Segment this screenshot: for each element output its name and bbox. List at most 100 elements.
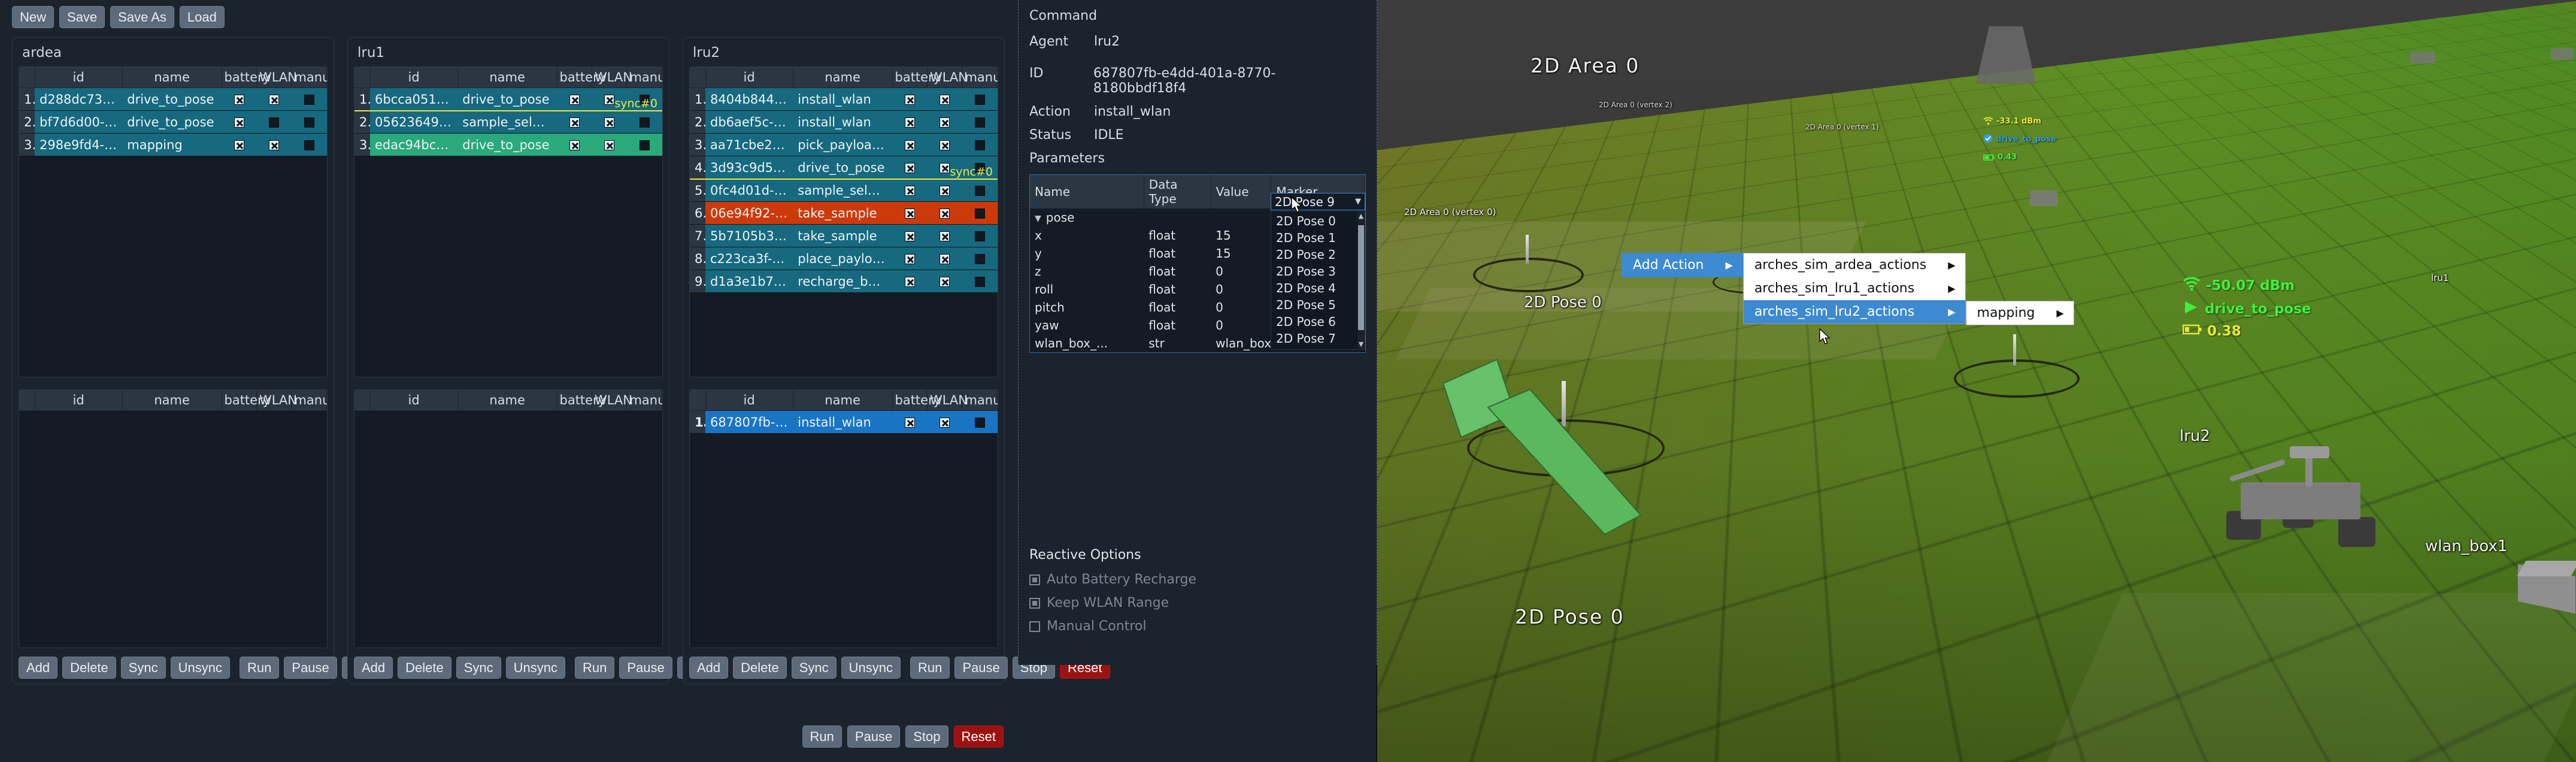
pose-marker-ring[interactable] [1467,419,1665,477]
expander-triangle-icon[interactable]: ▼ [1035,214,1041,223]
checkbox-checked-icon[interactable] [940,231,950,241]
cell-battery[interactable] [892,225,927,247]
param-column-data-type[interactable]: Data Type [1144,175,1211,208]
parameter-value[interactable]: wlan_box1 [1211,334,1271,352]
checkbox-checked-icon[interactable] [940,140,950,150]
marker-option-8[interactable]: 2D Pose 8 [1271,347,1365,350]
column-header-id[interactable]: id [705,390,793,411]
column-header-wlan[interactable]: WLAN [592,390,626,411]
global-button-reset[interactable]: Reset [954,725,1004,748]
scroll-down-icon[interactable]: ▼ [1358,341,1364,347]
cell-wlan[interactable] [927,179,962,202]
cell-manual[interactable] [292,134,327,156]
marker-option-4[interactable]: 2D Pose 4 [1271,280,1365,297]
parameter-value[interactable]: 15 [1211,226,1271,244]
marker-option-5[interactable]: 2D Pose 5 [1271,297,1365,313]
column-header-battery[interactable]: battery [557,67,592,88]
menu-item-arches_sim_lru2_actions[interactable]: arches_sim_lru2_actions▶ [1744,300,1965,323]
agent-button-sync[interactable]: Sync [456,657,501,679]
action-table[interactable]: idnamebatteryWLANmanual1d288dc73-9e...dr… [19,67,327,156]
cell-id[interactable]: aa71cbe2-05... [705,134,793,156]
cell-battery[interactable] [222,88,256,111]
menu-item-mapping[interactable]: mapping▶ [1966,301,2074,325]
parameter-name[interactable]: roll [1030,280,1144,298]
marker-dropdown-list[interactable]: 2D Pose 02D Pose 12D Pose 22D Pose 32D P… [1271,211,1365,350]
scroll-up-icon[interactable]: ▲ [1358,213,1364,219]
cell-name[interactable]: install_wlan [793,88,892,111]
checkbox-checked-icon[interactable] [269,140,279,150]
cell-manual[interactable] [292,111,327,134]
parameter-name[interactable]: pitch [1030,298,1144,316]
cell-id[interactable]: edac94bc-23... [370,134,457,156]
table-row[interactable]: 8c223ca3f-27e...place_payload_bo... [690,247,998,270]
cell-battery[interactable] [892,88,927,111]
param-column-value[interactable]: Value [1211,175,1271,208]
checkbox-empty-icon[interactable] [975,95,985,105]
agent-button-run[interactable]: Run [240,657,279,679]
checkbox-checked-icon[interactable] [234,117,244,128]
column-header-wlan[interactable]: WLAN [927,67,962,88]
column-header-id[interactable]: id [705,67,793,88]
cell-manual[interactable] [962,134,998,156]
checkbox-empty-icon[interactable] [975,231,985,241]
parameter-name[interactable]: x [1030,226,1144,244]
cell-name[interactable]: recharge_battery [793,270,892,293]
checkbox-empty-icon[interactable] [304,140,314,150]
checkbox-empty-icon[interactable] [975,186,985,196]
cell-wlan[interactable] [927,270,962,293]
table-row[interactable]: 3298e9fd4-08...mapping [19,134,327,156]
cell-id[interactable]: 8404b844-19... [705,88,793,111]
checkbox-empty-icon[interactable] [1029,621,1040,632]
cell-name[interactable]: drive_to_pose [122,111,222,134]
cell-manual[interactable] [962,111,998,134]
checkbox-empty-icon[interactable] [975,418,985,428]
marker-dropdown[interactable]: 2D Pose 9 ▼ [1271,193,1365,210]
checkbox-checked-icon[interactable] [905,277,915,287]
column-header-id[interactable]: id [370,67,457,88]
parameter-name[interactable]: ▼pose [1030,208,1144,226]
cell-id[interactable]: 6bcca051-b4... [370,88,457,111]
cell-manual[interactable] [292,88,327,111]
cell-manual[interactable] [962,411,998,434]
table-row[interactable]: 50fc4d01d-acc...sample_selection_... [690,179,998,202]
scrollbar-thumb[interactable] [1358,225,1364,330]
cell-wlan[interactable] [927,88,962,111]
column-header-manual[interactable]: manual [627,390,662,411]
3d-viewport[interactable]: -50.07 dBm drive_to_pose 0.38 - [1377,0,2576,762]
checkbox-empty-icon[interactable] [975,277,985,287]
column-header-name[interactable]: name [457,390,557,411]
table-row[interactable]: 9d1a3e1b7-f4a...recharge_battery [690,270,998,293]
column-header-name[interactable]: name [793,390,892,411]
table-row[interactable]: 18404b844-19...install_wlan [690,88,998,111]
checkbox-checked-icon[interactable] [905,254,915,264]
menu-item-add-action[interactable]: Add Action ▶ [1622,253,1742,277]
cell-name[interactable]: take_sample [793,225,892,247]
checkbox-checked-icon[interactable] [905,95,915,105]
checkbox-checked-icon[interactable] [905,117,915,128]
column-header-name[interactable]: name [122,67,222,88]
cell-id[interactable]: bf7d6d00-08... [35,111,122,134]
cell-name[interactable]: take_sample [793,202,892,225]
column-header-manual[interactable]: manual [627,67,662,88]
checkbox-checked-icon[interactable] [905,186,915,196]
cell-id[interactable]: d1a3e1b7-f4a... [705,270,793,293]
pose-marker-ring[interactable] [1954,359,2080,398]
checkbox-checked-icon[interactable] [940,186,950,196]
parameter-name[interactable]: yaw [1030,316,1144,334]
checkbox-empty-icon[interactable] [975,117,985,128]
cell-wlan[interactable] [927,202,962,225]
checkbox-checked-icon[interactable] [1029,574,1040,585]
cell-manual[interactable] [962,247,998,270]
cell-id[interactable]: 5b7105b3-57... [705,225,793,247]
agent-button-delete[interactable]: Delete [733,657,787,679]
context-menu-root[interactable]: Add Action ▶ [1622,253,1743,277]
cell-manual[interactable] [962,202,998,225]
agent-button-unsync[interactable]: Unsync [506,657,565,679]
action-table[interactable]: idnamebatteryWLANmanual [354,390,662,411]
agent-button-delete[interactable]: Delete [62,657,116,679]
cell-name[interactable]: sample_selection_... [457,111,557,134]
cell-wlan[interactable] [927,247,962,270]
parameter-name[interactable]: z [1030,262,1144,280]
checkbox-checked-icon[interactable] [905,163,915,173]
cell-battery[interactable] [892,411,927,434]
